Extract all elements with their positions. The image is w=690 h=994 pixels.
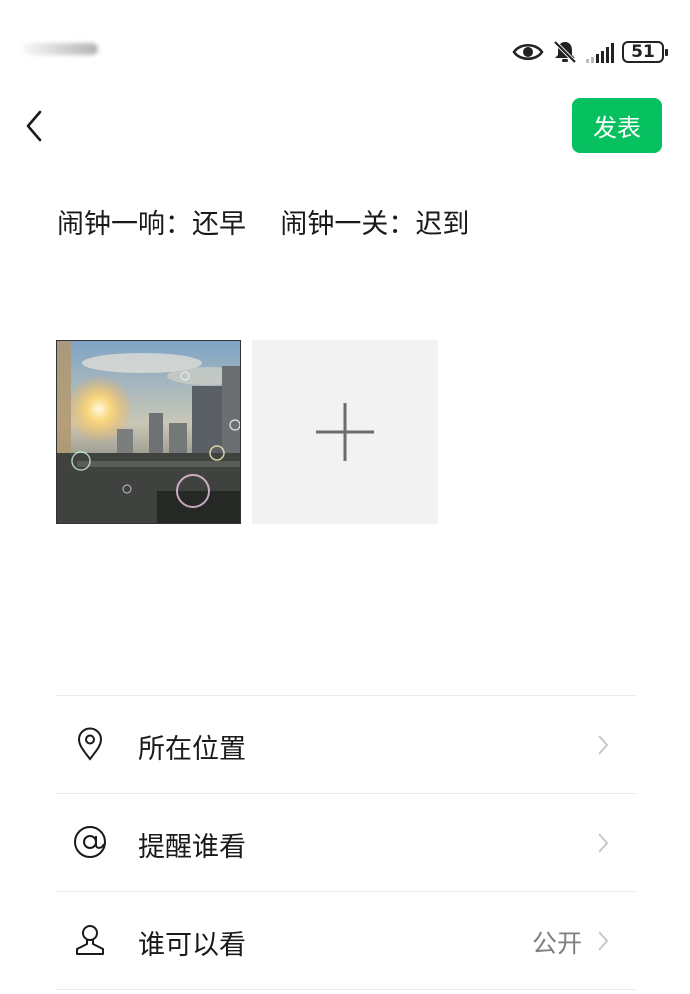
chevron-right-icon [598, 833, 609, 853]
option-location[interactable]: 所在位置 [56, 695, 636, 793]
photo-thumbnail[interactable] [56, 340, 241, 524]
add-photo-button[interactable] [252, 340, 438, 524]
status-icons: 51 [512, 38, 668, 66]
status-bar: 51 [0, 0, 690, 100]
plus-icon [316, 403, 374, 461]
chevron-right-icon [598, 931, 609, 951]
option-label: 提醒谁看 [138, 832, 246, 863]
chevron-left-icon [26, 110, 42, 142]
signal-strength-icon [586, 41, 614, 63]
at-icon [74, 826, 106, 858]
back-button[interactable] [18, 104, 58, 148]
battery-indicator: 51 [622, 41, 668, 63]
option-label: 所在位置 [138, 734, 246, 765]
location-icon [77, 727, 103, 761]
carrier-text-blurred [22, 43, 98, 55]
battery-level: 51 [631, 42, 655, 62]
post-options-list: 所在位置 提醒谁看 谁可以看 公开 [56, 695, 636, 990]
chevron-right-icon [598, 735, 609, 755]
eye-icon [512, 44, 544, 60]
person-icon [76, 925, 104, 955]
option-who-can-see[interactable]: 谁可以看 公开 [56, 891, 636, 990]
option-label: 谁可以看 [138, 930, 246, 961]
visibility-value: 公开 [531, 929, 582, 958]
post-text-input[interactable]: 闹钟一响：还早 闹钟一关：迟到 [57, 202, 469, 241]
mute-bell-icon [553, 40, 577, 64]
publish-button[interactable]: 发表 [572, 98, 662, 153]
option-remind-who[interactable]: 提醒谁看 [56, 793, 636, 891]
photo-image [57, 341, 240, 523]
